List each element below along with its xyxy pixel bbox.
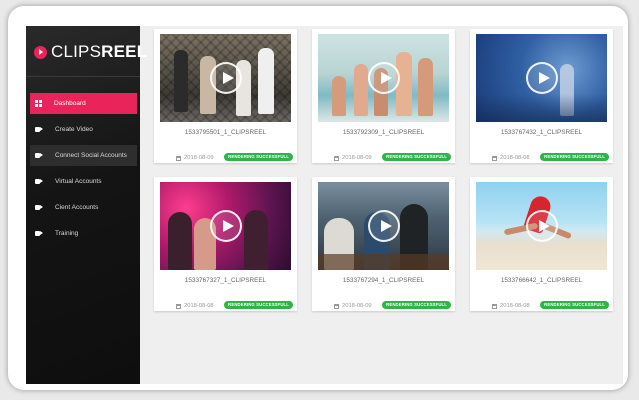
video-title: 1533792309_1_CLIPSREEL bbox=[342, 129, 425, 136]
nav-icon-wrap bbox=[35, 152, 43, 159]
video-date-text: 2018-08-09 bbox=[342, 303, 372, 309]
sidebar-item-create-video[interactable]: Create Video bbox=[30, 119, 137, 140]
logo-divider bbox=[26, 76, 140, 77]
video-date: 2018-08-09 bbox=[334, 155, 372, 161]
video-card[interactable]: 1533792309_1_CLIPSREEL 2018-08-09 RENDER… bbox=[312, 29, 455, 163]
calendar-icon bbox=[334, 303, 339, 309]
video-thumbnail[interactable] bbox=[476, 34, 607, 122]
nav-icon-wrap bbox=[35, 230, 43, 237]
status-badge: RENDERING SUCCESSFULL bbox=[224, 153, 293, 161]
video-date-text: 2018-08-08 bbox=[500, 303, 530, 309]
sidebar-item-label: Connect Social Accounts bbox=[55, 152, 127, 159]
sidebar-item-training[interactable]: Training bbox=[30, 223, 137, 244]
sidebar-item-connect-social-accounts[interactable]: Connect Social Accounts bbox=[30, 145, 137, 166]
status-badge: RENDERING SUCCESSFULL bbox=[224, 301, 293, 309]
sidebar-item-client-accounts[interactable]: Cient Accounts bbox=[30, 197, 137, 218]
video-thumbnail[interactable] bbox=[160, 34, 291, 122]
video-card[interactable]: 1533767294_1_CLIPSREEL 2018-08-09 RENDER… bbox=[312, 177, 455, 311]
video-camera-icon bbox=[35, 179, 43, 184]
sidebar-item-dashboard[interactable]: Dashboard bbox=[30, 93, 137, 114]
sidebar-item-label: Virtual Accounts bbox=[55, 178, 102, 185]
status-badge: RENDERING SUCCESSFULL bbox=[540, 301, 609, 309]
app-screen: CLIPSREEL Dashboard Create Video Connect… bbox=[26, 26, 623, 384]
logo-play-icon bbox=[34, 45, 47, 59]
calendar-icon bbox=[176, 303, 181, 309]
nav-icon-wrap bbox=[35, 126, 43, 133]
calendar-icon bbox=[334, 155, 339, 161]
logo-suffix: REEL bbox=[101, 42, 148, 61]
nav-icon-wrap bbox=[35, 204, 43, 211]
video-date-text: 2018-08-09 bbox=[184, 155, 214, 161]
video-thumbnail[interactable] bbox=[318, 34, 449, 122]
calendar-icon bbox=[176, 155, 181, 161]
video-title: 1533795501_1_CLIPSREEL bbox=[184, 129, 267, 136]
video-date: 2018-08-08 bbox=[492, 155, 530, 161]
video-date: 2018-08-09 bbox=[334, 303, 372, 309]
video-card[interactable]: 1533795501_1_CLIPSREEL 2018-08-09 RENDER… bbox=[154, 29, 297, 163]
video-thumbnail[interactable] bbox=[476, 182, 607, 270]
play-icon[interactable] bbox=[367, 62, 400, 94]
nav-icon-wrap bbox=[35, 178, 43, 185]
video-title: 1533767294_1_CLIPSREEL bbox=[342, 277, 425, 284]
calendar-icon bbox=[492, 155, 497, 161]
video-date-text: 2018-08-09 bbox=[342, 155, 372, 161]
video-date: 2018-08-09 bbox=[176, 155, 214, 161]
sidebar: CLIPSREEL Dashboard Create Video Connect… bbox=[26, 26, 147, 384]
play-icon[interactable] bbox=[525, 210, 558, 242]
video-camera-icon bbox=[35, 127, 43, 132]
video-title: 1533767432_1_CLIPSREEL bbox=[500, 129, 583, 136]
sidebar-item-label: Cient Accounts bbox=[55, 204, 99, 211]
status-badge: RENDERING SUCCESSFULL bbox=[382, 153, 451, 161]
play-icon[interactable] bbox=[367, 210, 400, 242]
video-card[interactable]: 1533766642_1_CLIPSREEL 2018-08-08 RENDER… bbox=[470, 177, 613, 311]
video-date-text: 2018-08-08 bbox=[184, 303, 214, 309]
video-card[interactable]: 1533767432_1_CLIPSREEL 2018-08-08 RENDER… bbox=[470, 29, 613, 163]
sidebar-item-label: Create Video bbox=[55, 126, 93, 133]
app-logo[interactable]: CLIPSREEL bbox=[34, 42, 147, 62]
video-date-text: 2018-08-08 bbox=[500, 155, 530, 161]
video-camera-icon bbox=[35, 231, 43, 236]
video-date: 2018-08-08 bbox=[492, 303, 530, 309]
sidebar-item-label: Dashboard bbox=[54, 100, 86, 107]
video-camera-icon bbox=[35, 205, 43, 210]
play-icon[interactable] bbox=[209, 210, 242, 242]
video-thumbnail[interactable] bbox=[318, 182, 449, 270]
device-frame: CLIPSREEL Dashboard Create Video Connect… bbox=[8, 6, 628, 390]
calendar-icon bbox=[492, 303, 497, 309]
video-thumbnail[interactable] bbox=[160, 182, 291, 270]
dashboard-icon bbox=[35, 100, 42, 107]
video-title: 1533766642_1_CLIPSREEL bbox=[500, 277, 583, 284]
video-card[interactable]: 1533767327_1_CLIPSREEL 2018-08-08 RENDER… bbox=[154, 177, 297, 311]
play-icon[interactable] bbox=[209, 62, 242, 94]
sidebar-item-label: Training bbox=[55, 230, 79, 237]
play-icon[interactable] bbox=[525, 62, 558, 94]
logo-text: CLIPSREEL bbox=[51, 42, 147, 62]
status-badge: RENDERING SUCCESSFULL bbox=[382, 301, 451, 309]
logo-prefix: CLIPS bbox=[51, 42, 102, 61]
video-date: 2018-08-08 bbox=[176, 303, 214, 309]
video-camera-icon bbox=[35, 153, 43, 158]
status-badge: RENDERING SUCCESSFULL bbox=[540, 153, 609, 161]
sidebar-item-virtual-accounts[interactable]: Virtual Accounts bbox=[30, 171, 137, 192]
video-title: 1533767327_1_CLIPSREEL bbox=[184, 277, 267, 284]
